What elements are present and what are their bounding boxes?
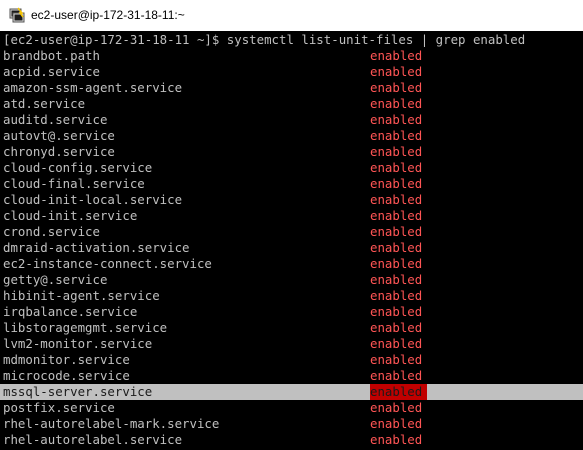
- unit-row: libstoragemgmt.service enabled: [0, 320, 583, 336]
- unit-row-selected: mssql-server.service enabled: [0, 384, 583, 400]
- unit-state: enabled: [370, 144, 423, 159]
- unit-name: ec2-instance-connect.service: [3, 256, 212, 271]
- unit-row: atd.service enabled: [0, 96, 583, 112]
- unit-state: enabled: [370, 192, 423, 207]
- terminal-output[interactable]: [ec2-user@ip-172-31-18-11 ~]$ systemctl …: [0, 31, 583, 450]
- unit-state: enabled: [370, 112, 423, 127]
- unit-name: autovt@.service: [3, 128, 115, 143]
- unit-name: mssql-server.service: [3, 384, 153, 399]
- unit-name: cloud-init.service: [3, 208, 138, 223]
- unit-state: enabled: [370, 128, 423, 143]
- command-prompt: [ec2-user@ip-172-31-18-11 ~]$ systemctl …: [3, 32, 526, 47]
- unit-row: amazon-ssm-agent.service enabled: [0, 80, 583, 96]
- unit-state: enabled: [370, 80, 423, 95]
- unit-row: getty@.service enabled: [0, 272, 583, 288]
- unit-state: enabled: [370, 240, 423, 255]
- unit-name: rhel-autorelabel.service: [3, 432, 183, 447]
- unit-name: cloud-init-local.service: [3, 192, 183, 207]
- unit-row: ec2-instance-connect.service enabled: [0, 256, 583, 272]
- window-title: ec2-user@ip-172-31-18-11:~: [31, 8, 185, 22]
- unit-name: chronyd.service: [3, 144, 115, 159]
- unit-state: enabled: [370, 400, 423, 415]
- unit-state: enabled: [370, 368, 423, 383]
- unit-name: mdmonitor.service: [3, 352, 130, 367]
- unit-row: acpid.service enabled: [0, 64, 583, 80]
- unit-state: enabled: [370, 320, 423, 335]
- unit-name: rhel-autorelabel-mark.service: [3, 416, 220, 431]
- unit-row: irqbalance.service enabled: [0, 304, 583, 320]
- unit-name: auditd.service: [3, 112, 108, 127]
- unit-row: cloud-config.service enabled: [0, 160, 583, 176]
- unit-state: enabled: [370, 304, 423, 319]
- unit-state: enabled: [370, 176, 423, 191]
- unit-row: auditd.service enabled: [0, 112, 583, 128]
- unit-row: microcode.service enabled: [0, 368, 583, 384]
- unit-state: enabled: [370, 384, 427, 400]
- unit-state: enabled: [370, 352, 423, 367]
- unit-row: crond.service enabled: [0, 224, 583, 240]
- unit-state: enabled: [370, 288, 423, 303]
- unit-state: enabled: [370, 256, 423, 271]
- unit-state: enabled: [370, 64, 423, 79]
- unit-row: rhel-autorelabel.service enabled: [0, 432, 583, 448]
- command-prompt-line: [ec2-user@ip-172-31-18-11 ~]$ systemctl …: [0, 32, 583, 48]
- unit-name: libstoragemgmt.service: [3, 320, 168, 335]
- unit-row: cloud-init-local.service enabled: [0, 192, 583, 208]
- unit-row: lvm2-monitor.service enabled: [0, 336, 583, 352]
- unit-row: brandbot.path enabled: [0, 48, 583, 64]
- unit-name: microcode.service: [3, 368, 130, 383]
- unit-state: enabled: [370, 48, 423, 63]
- unit-row: autovt@.service enabled: [0, 128, 583, 144]
- unit-row: dmraid-activation.service enabled: [0, 240, 583, 256]
- unit-row: mdmonitor.service enabled: [0, 352, 583, 368]
- unit-name: acpid.service: [3, 64, 100, 79]
- title-bar[interactable]: ec2-user@ip-172-31-18-11:~: [0, 0, 583, 31]
- unit-state: enabled: [370, 160, 423, 175]
- unit-name: hibinit-agent.service: [3, 288, 160, 303]
- unit-name: crond.service: [3, 224, 100, 239]
- unit-row: cloud-final.service enabled: [0, 176, 583, 192]
- unit-name: cloud-config.service: [3, 160, 153, 175]
- unit-name: atd.service: [3, 96, 86, 111]
- terminal-window: ec2-user@ip-172-31-18-11:~ [ec2-user@ip-…: [0, 0, 583, 450]
- unit-row: hibinit-agent.service enabled: [0, 288, 583, 304]
- unit-state: enabled: [370, 336, 423, 351]
- unit-name: irqbalance.service: [3, 304, 138, 319]
- unit-name: dmraid-activation.service: [3, 240, 190, 255]
- unit-row: rhel-autorelabel-mark.service enabled: [0, 416, 583, 432]
- unit-state: enabled: [370, 96, 423, 111]
- putty-terminal-icon[interactable]: [9, 7, 25, 23]
- unit-row: chronyd.service enabled: [0, 144, 583, 160]
- unit-state: enabled: [370, 432, 423, 447]
- unit-name: brandbot.path: [3, 48, 100, 63]
- unit-state: enabled: [370, 208, 423, 223]
- unit-name: lvm2-monitor.service: [3, 336, 153, 351]
- unit-state: enabled: [370, 224, 423, 239]
- unit-name: getty@.service: [3, 272, 108, 287]
- unit-name: amazon-ssm-agent.service: [3, 80, 183, 95]
- unit-state: enabled: [370, 272, 423, 287]
- unit-name: cloud-final.service: [3, 176, 145, 191]
- unit-state: enabled: [370, 416, 423, 431]
- unit-row: postfix.service enabled: [0, 400, 583, 416]
- unit-name: postfix.service: [3, 400, 115, 415]
- unit-row: cloud-init.service enabled: [0, 208, 583, 224]
